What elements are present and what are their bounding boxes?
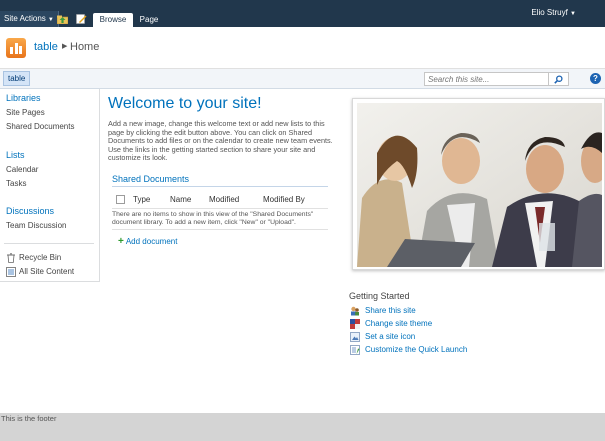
gs-change-theme-label: Change site theme bbox=[365, 319, 433, 328]
ribbon-bar: Site Actions ▼ Browse Page Elio Struyf ▼ bbox=[0, 0, 605, 27]
nav-heading-lists[interactable]: Lists bbox=[6, 150, 25, 160]
add-document-divider bbox=[112, 229, 328, 230]
webpart-title-divider bbox=[112, 186, 328, 187]
nav-divider bbox=[4, 243, 94, 244]
edit-page-icon[interactable] bbox=[76, 14, 87, 24]
shared-documents-title[interactable]: Shared Documents bbox=[112, 174, 189, 184]
site-icon bbox=[350, 332, 360, 342]
nav-item-recycle-bin[interactable]: Recycle Bin bbox=[19, 253, 61, 262]
add-document-label: Add document bbox=[125, 237, 178, 246]
gs-share-site-label: Share this site bbox=[365, 306, 416, 315]
nav-item-tasks[interactable]: Tasks bbox=[6, 179, 26, 188]
gs-set-site-icon-label: Set a site icon bbox=[365, 332, 416, 341]
site-title-link[interactable]: table bbox=[34, 41, 58, 53]
column-header-type[interactable]: Type bbox=[133, 195, 150, 204]
add-document-link[interactable]: + Add document bbox=[118, 236, 177, 247]
site-actions-menu[interactable]: Site Actions ▼ bbox=[0, 11, 59, 27]
column-header-modified[interactable]: Modified bbox=[209, 195, 239, 204]
quick-launch-icon bbox=[350, 345, 360, 355]
site-title-row: table ▶ Home bbox=[0, 27, 605, 69]
topnav-item-table[interactable]: table bbox=[3, 71, 31, 86]
gs-customize-quick-launch-label: Customize the Quick Launch bbox=[365, 345, 468, 354]
nav-item-team-discussion[interactable]: Team Discussion bbox=[6, 221, 66, 230]
user-menu[interactable]: Elio Struyf ▼ bbox=[531, 8, 576, 17]
search-input[interactable] bbox=[424, 72, 549, 86]
column-header-divider bbox=[112, 208, 328, 209]
nav-item-all-site-content[interactable]: All Site Content bbox=[19, 267, 74, 276]
top-link-bar: table ? bbox=[0, 69, 605, 89]
column-header-name[interactable]: Name bbox=[170, 195, 191, 204]
navigate-up-icon[interactable] bbox=[57, 14, 68, 24]
page-title: Home bbox=[70, 41, 100, 53]
footer-text: This is the footer bbox=[1, 414, 57, 423]
nav-heading-libraries[interactable]: Libraries bbox=[6, 93, 41, 103]
chevron-down-icon: ▼ bbox=[570, 11, 576, 17]
user-name: Elio Struyf bbox=[531, 8, 568, 17]
plus-icon: + bbox=[118, 236, 124, 247]
breadcrumb-arrow-icon: ▶ bbox=[62, 43, 68, 50]
welcome-image-frame bbox=[352, 98, 605, 270]
recycle-bin-icon bbox=[7, 253, 15, 263]
nav-item-calendar[interactable]: Calendar bbox=[6, 165, 38, 174]
team-photo-image bbox=[357, 103, 602, 267]
site-logo-icon[interactable] bbox=[6, 38, 26, 58]
help-icon[interactable]: ? bbox=[590, 73, 601, 84]
quick-launch: Libraries Site Pages Shared Documents Li… bbox=[0, 89, 100, 282]
nav-heading-discussions[interactable]: Discussions bbox=[6, 206, 54, 216]
theme-icon bbox=[350, 319, 360, 329]
nav-item-site-pages[interactable]: Site Pages bbox=[6, 108, 45, 117]
empty-library-message: There are no items to show in this view … bbox=[112, 211, 314, 227]
column-header-modified-by[interactable]: Modified By bbox=[263, 195, 305, 204]
select-all-checkbox[interactable] bbox=[116, 195, 125, 204]
share-icon bbox=[351, 306, 359, 316]
welcome-text: Add a new image, change this welcome tex… bbox=[108, 119, 333, 163]
site-actions-label: Site Actions bbox=[4, 14, 46, 23]
page-footer: This is the footer bbox=[0, 413, 605, 441]
welcome-heading: Welcome to your site! bbox=[108, 95, 262, 112]
search-icon bbox=[554, 75, 563, 84]
tab-page[interactable]: Page bbox=[134, 13, 164, 27]
getting-started-title: Getting Started bbox=[349, 291, 410, 301]
chevron-down-icon: ▼ bbox=[47, 17, 54, 23]
tab-browse[interactable]: Browse bbox=[93, 13, 133, 27]
all-site-content-icon bbox=[6, 267, 16, 277]
search-button[interactable] bbox=[549, 72, 569, 86]
nav-item-shared-documents[interactable]: Shared Documents bbox=[6, 122, 74, 131]
